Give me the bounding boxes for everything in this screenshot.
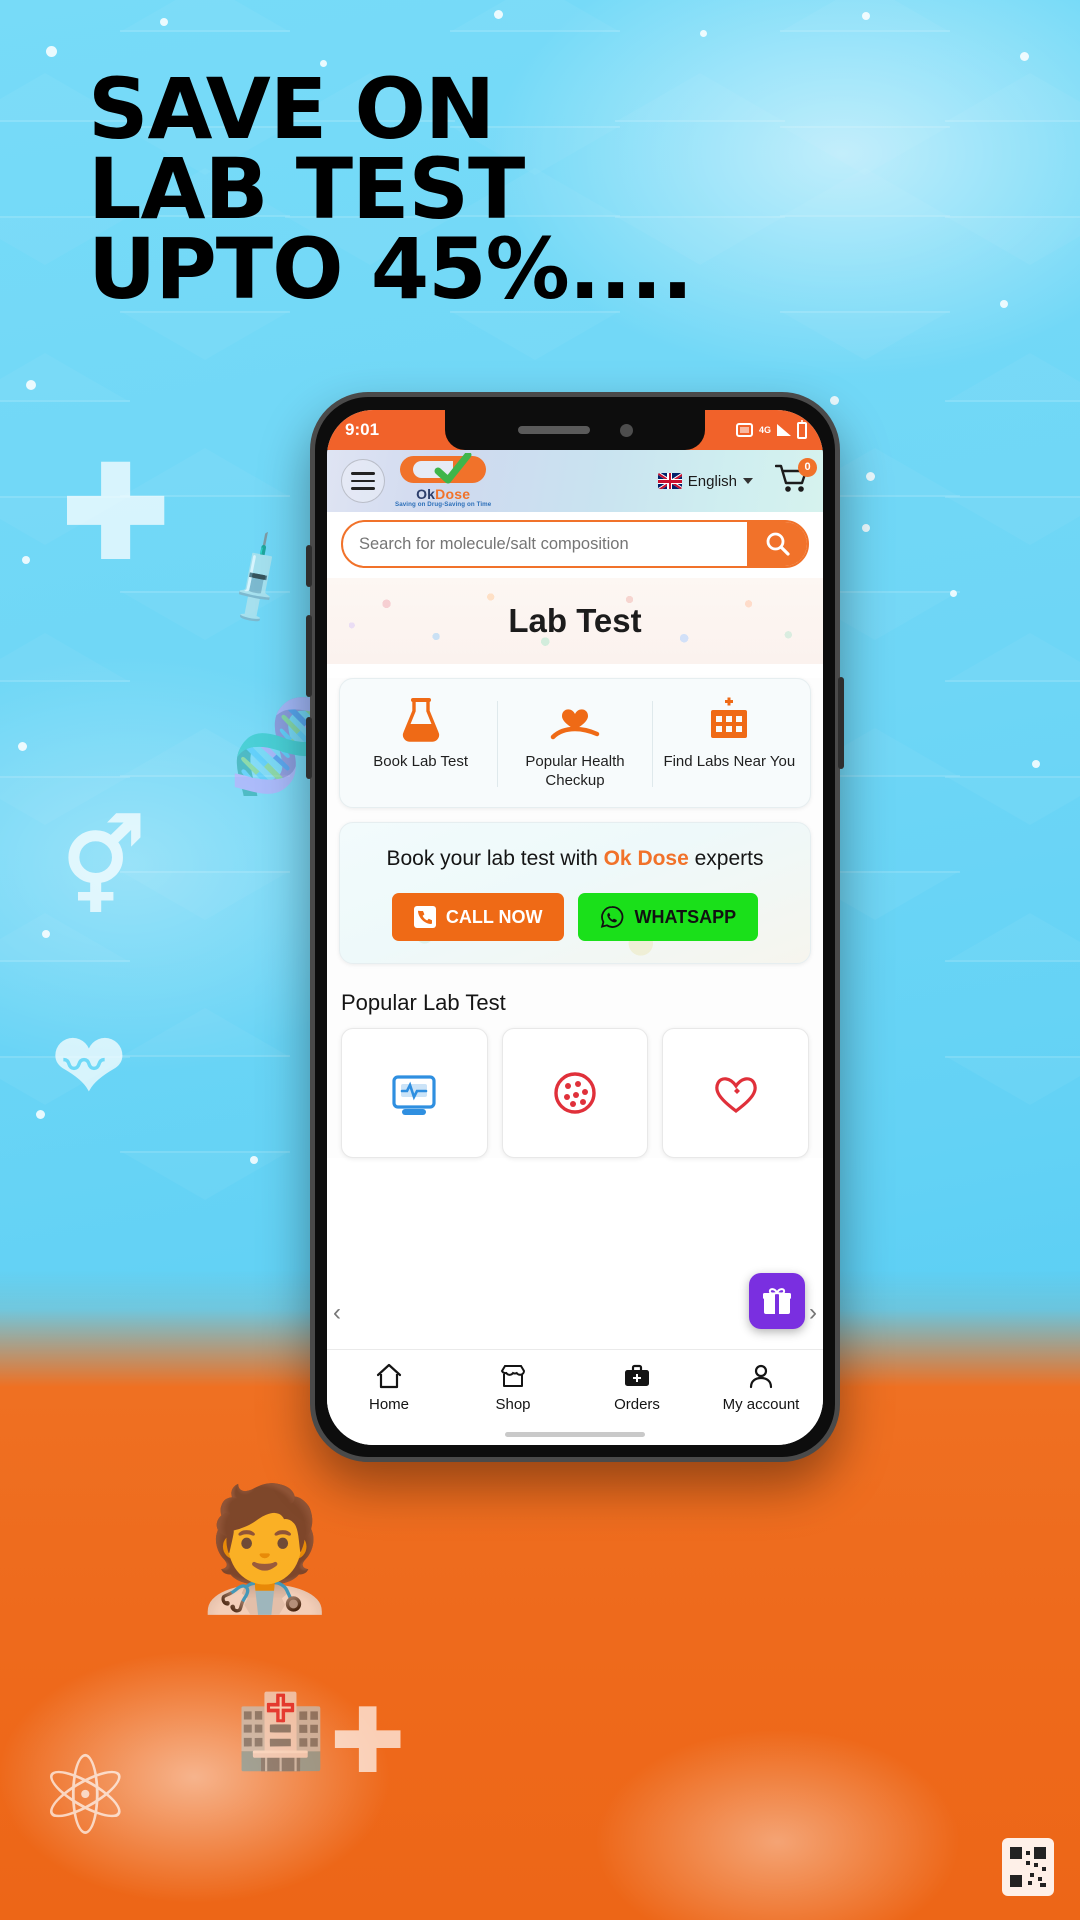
- flask-icon: [402, 698, 439, 742]
- nav-label: Home: [368, 1396, 409, 1413]
- popular-tile-blood-pressure[interactable]: [341, 1028, 488, 1159]
- plus-decoration-bottom: ✚: [330, 1692, 406, 1792]
- gift-icon: [763, 1288, 791, 1314]
- front-camera: [619, 423, 633, 437]
- status-time: 9:01: [345, 420, 380, 439]
- qr-code-badge: [1002, 1838, 1054, 1896]
- network-4g-icon: 4G: [758, 424, 771, 435]
- chevron-down-icon: [743, 478, 753, 484]
- popular-tile-heart-health[interactable]: [662, 1028, 810, 1159]
- nav-home[interactable]: Home: [327, 1362, 451, 1413]
- shop-icon: [500, 1365, 526, 1387]
- service-label: Find Labs Near You: [663, 753, 796, 770]
- search-row: [327, 512, 823, 578]
- uk-flag-icon: [657, 473, 682, 489]
- phone-screen: 9:01 4G OkDose Saving on Drug-Saving on …: [327, 410, 823, 1445]
- heart-in-hand-icon: [550, 709, 600, 740]
- logo-check-icon: [434, 452, 472, 484]
- app-content: Book Lab Test Popular Health Checkup Fin…: [327, 678, 823, 1159]
- carousel-next-arrow[interactable]: ›: [809, 1299, 817, 1327]
- home-indicator: [505, 1432, 645, 1437]
- headline-line-2: LAB TEST: [88, 139, 525, 238]
- battery-icon: [797, 419, 807, 439]
- expert-cta-row: CALL NOW WHATSAPP: [356, 893, 794, 942]
- volume-down-button[interactable]: [306, 615, 312, 697]
- popular-tile-blood-cells[interactable]: [501, 1028, 649, 1159]
- atom-decoration: ⚛: [36, 1735, 135, 1858]
- carousel-prev-arrow[interactable]: ‹: [333, 1299, 341, 1327]
- headline-line-1: SAVE ON: [88, 60, 495, 158]
- mute-button[interactable]: [306, 717, 312, 779]
- app-header: OkDose Saving on Drug-Saving on Time Eng…: [327, 450, 823, 512]
- cart-count-badge: 0: [798, 457, 817, 477]
- expert-headline: Book your lab test with Ok Dose experts: [356, 843, 794, 876]
- headline-line-3: UPTO 45%....: [88, 219, 693, 318]
- bottom-navigation: Home Shop Orders My account: [327, 1349, 823, 1445]
- doctor-illustration: 🧑‍⚕️: [190, 1482, 340, 1616]
- hamburger-menu-icon[interactable]: [341, 459, 385, 503]
- account-icon: [749, 1364, 773, 1389]
- call-now-button[interactable]: CALL NOW: [391, 893, 565, 942]
- phone-notch: [445, 410, 705, 450]
- logo-capsule-check-icon: [400, 452, 487, 486]
- search-box[interactable]: [341, 520, 809, 568]
- expert-booking-card: Book your lab test with Ok Dose experts …: [339, 821, 811, 965]
- sim-card-icon: [735, 423, 753, 437]
- whatsapp-button[interactable]: WHATSAPP: [578, 893, 759, 942]
- plus-sign-decoration: ✚: [62, 442, 170, 585]
- cart-button[interactable]: 0: [774, 457, 817, 499]
- language-selector[interactable]: English: [657, 472, 753, 490]
- nav-label: Shop: [495, 1396, 531, 1413]
- home-icon: [376, 1363, 402, 1389]
- logo-brand-ok: Ok: [416, 485, 436, 502]
- promo-headline: SAVE ON LAB TEST UPTO 45%....: [88, 60, 868, 318]
- search-icon: [766, 532, 790, 556]
- lab-equipment-decoration: 🏥: [236, 1692, 326, 1772]
- whatsapp-label: WHATSAPP: [634, 906, 737, 927]
- search-input[interactable]: [343, 534, 747, 554]
- service-popular-health-checkup[interactable]: Popular Health Checkup: [498, 697, 651, 791]
- signal-icon: [777, 424, 791, 436]
- orders-icon: [625, 1364, 649, 1386]
- phone-mockup: 9:01 4G OkDose Saving on Drug-Saving on …: [306, 392, 844, 1462]
- service-label: Popular Health Checkup: [525, 753, 625, 789]
- lab-test-banner-title: Lab Test: [508, 602, 642, 639]
- status-bar: 9:01 4G: [327, 410, 823, 450]
- nav-label: Orders: [614, 1396, 660, 1413]
- lab-test-banner: Lab Test: [327, 578, 823, 664]
- app-logo[interactable]: OkDose Saving on Drug-Saving on Time: [395, 452, 492, 509]
- nav-orders[interactable]: Orders: [575, 1362, 699, 1413]
- nav-shop[interactable]: Shop: [451, 1362, 575, 1413]
- whatsapp-icon: [601, 906, 624, 928]
- language-label: English: [687, 472, 737, 490]
- blood-cells-icon: [554, 1072, 596, 1114]
- expert-text-before: Book your lab test with: [386, 846, 604, 870]
- expert-brand: Ok Dose: [603, 846, 689, 870]
- gift-floating-button[interactable]: [749, 1273, 805, 1329]
- phone-icon: [413, 906, 436, 929]
- heart-health-icon: [714, 1077, 757, 1114]
- services-card: Book Lab Test Popular Health Checkup Fin…: [339, 678, 811, 808]
- volume-up-button[interactable]: [306, 545, 312, 587]
- medical-cross-decoration: 〰: [64, 1044, 104, 1088]
- logo-brand-dose: Dose: [435, 485, 471, 502]
- gender-symbols-decoration: ⚥: [62, 817, 146, 919]
- expert-text-after: experts: [688, 846, 764, 870]
- nav-label: My account: [722, 1396, 800, 1413]
- search-button[interactable]: [747, 522, 807, 566]
- call-now-label: CALL NOW: [445, 906, 543, 927]
- power-button[interactable]: [838, 677, 844, 769]
- service-book-lab-test[interactable]: Book Lab Test: [344, 697, 497, 791]
- service-find-labs-near-you[interactable]: Find Labs Near You: [653, 697, 806, 791]
- blood-pressure-monitor-icon: [392, 1075, 436, 1116]
- popular-lab-test-title: Popular Lab Test: [341, 990, 506, 1016]
- nav-my-account[interactable]: My account: [699, 1362, 823, 1413]
- status-icons: 4G: [735, 419, 807, 439]
- logo-brand-text: OkDose: [416, 487, 470, 501]
- logo-tagline: Saving on Drug-Saving on Time: [395, 501, 492, 509]
- service-label: Book Lab Test: [373, 753, 469, 770]
- earpiece-speaker: [517, 426, 590, 434]
- hospital-icon: [711, 697, 748, 738]
- popular-lab-test-row: [327, 1028, 823, 1159]
